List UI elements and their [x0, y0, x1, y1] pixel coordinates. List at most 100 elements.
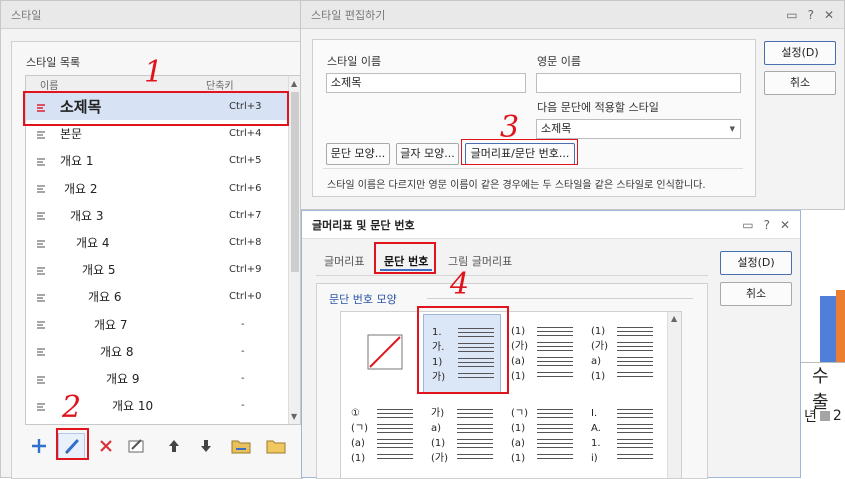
- style-name-input[interactable]: 소제목: [326, 73, 526, 93]
- numbering-label: (a): [351, 438, 365, 449]
- style-row[interactable]: 개요 7 -: [26, 311, 288, 338]
- style-row-name: 개요 4: [76, 236, 110, 250]
- style-row-name: 개요 9: [106, 372, 140, 386]
- preview-line: [617, 458, 653, 459]
- move-down-button[interactable]: [192, 433, 219, 459]
- next-style-select[interactable]: 소제목 ▼: [536, 119, 741, 139]
- style-icon: [36, 129, 46, 139]
- style-row-name: 개요 10: [112, 399, 154, 414]
- preview-line: [537, 365, 573, 366]
- numbering-label: (1): [431, 438, 446, 449]
- numbering-none[interactable]: [343, 314, 421, 394]
- style-row[interactable]: 개요 8 -: [26, 338, 288, 365]
- numbering-option[interactable]: (1) (가) a) (1): [583, 314, 661, 394]
- import-style-button[interactable]: [227, 433, 254, 459]
- style-icon: [36, 374, 46, 384]
- style-row-shortcut: -: [241, 373, 245, 384]
- scroll-up-icon[interactable]: ▲: [671, 314, 677, 323]
- tab-bullet[interactable]: 글머리표: [324, 253, 364, 269]
- edit-ok-button[interactable]: 설정(D): [764, 41, 836, 65]
- help-icon[interactable]: ?: [808, 8, 814, 22]
- preview-line: [457, 454, 493, 455]
- style-row-name: 개요 6: [88, 290, 122, 305]
- style-row[interactable]: 개요 2 Ctrl+6: [26, 175, 288, 202]
- numbering-label: ①: [351, 408, 360, 419]
- style-row[interactable]: 개요 4 Ctrl+8: [26, 229, 288, 256]
- preview-line: [617, 365, 653, 366]
- column-name: 이름: [40, 81, 59, 92]
- numbering-option[interactable]: (ㄱ) (1) (a) (1): [503, 396, 581, 476]
- edit-cancel-button[interactable]: 취소: [764, 71, 836, 95]
- scroll-down-icon[interactable]: ▼: [291, 412, 297, 421]
- style-row-shortcut: -: [241, 400, 245, 412]
- preview-line: [617, 335, 653, 336]
- preview-line: [457, 428, 493, 429]
- numbering-option[interactable]: ① (ㄱ) (a) (1): [343, 396, 421, 476]
- highlight-edit-button: [56, 428, 89, 460]
- down-icon: [200, 440, 211, 452]
- minimize-icon[interactable]: ▭: [786, 8, 797, 22]
- preview-line: [537, 447, 573, 448]
- help-icon[interactable]: ?: [764, 218, 770, 232]
- preview-line: [537, 413, 573, 414]
- highlight-bullet-button: [461, 139, 578, 165]
- style-row[interactable]: 개요 3 Ctrl+7: [26, 202, 288, 229]
- bullet-window-titlebar: 글머리표 및 문단 번호 ▭ ? ✕: [302, 211, 800, 239]
- minimize-icon[interactable]: ▭: [742, 218, 753, 232]
- delete-style-button[interactable]: [92, 433, 119, 459]
- style-name-note: 스타일 이름은 다르지만 영문 이름이 같은 경우에는 두 스타일을 같은 스타…: [327, 180, 706, 191]
- preview-line: [537, 327, 573, 328]
- scroll-thumb[interactable]: [291, 92, 299, 272]
- copy-style-button[interactable]: [123, 433, 150, 459]
- highlight-numbering-tab: [374, 242, 436, 274]
- preview-line: [457, 458, 493, 459]
- preview-line: [457, 439, 493, 440]
- preview-line: [377, 447, 413, 448]
- preview-line: [457, 409, 493, 410]
- preview-line: [617, 361, 653, 362]
- numbering-option[interactable]: 가) a) (1) (가): [423, 396, 501, 476]
- numbering-label: (1): [351, 453, 366, 464]
- style-list[interactable]: 이름 단축키 소제목 Ctrl+3 본문 Ctrl+4 개요 1 Ctrl+5 개요 2 Ct…: [25, 75, 301, 425]
- numbering-option[interactable]: (1) (가) (a) (1): [503, 314, 581, 394]
- preview-line: [377, 458, 413, 459]
- close-icon[interactable]: ✕: [780, 218, 790, 232]
- style-row-name: 본문: [60, 127, 83, 142]
- annotation-3: 3: [500, 110, 520, 145]
- preview-line: [377, 454, 413, 455]
- move-up-button[interactable]: [160, 433, 187, 459]
- style-row-shortcut: Ctrl+8: [229, 237, 262, 248]
- close-icon[interactable]: ✕: [824, 8, 834, 22]
- grid-scrollbar[interactable]: ▲: [667, 312, 681, 478]
- export-style-button[interactable]: [262, 433, 289, 459]
- style-row[interactable]: 개요 5 Ctrl+9: [26, 256, 288, 283]
- style-window-titlebar: 스타일: [1, 1, 301, 29]
- bullet-cancel-button[interactable]: 취소: [720, 282, 792, 306]
- numbering-label: I.: [591, 408, 598, 419]
- add-style-button[interactable]: [25, 433, 52, 459]
- numbering-label: (1): [511, 453, 526, 464]
- paragraph-shape-button[interactable]: 문단 모양...: [326, 143, 390, 165]
- preview-line: [617, 357, 653, 358]
- preview-line: [617, 428, 653, 429]
- style-row-shortcut: Ctrl+5: [229, 155, 262, 167]
- char-shape-button[interactable]: 글자 모양...: [396, 143, 459, 165]
- english-name-input[interactable]: [536, 73, 741, 93]
- bullet-ok-button[interactable]: 설정(D): [720, 251, 792, 275]
- preview-line: [617, 342, 653, 343]
- scroll-up-icon[interactable]: ▲: [291, 79, 297, 88]
- numbering-label: (a): [511, 438, 525, 449]
- numbering-option[interactable]: I. A. 1. i): [583, 396, 661, 476]
- style-row-name: 개요 5: [82, 263, 116, 278]
- style-row[interactable]: 개요 6 Ctrl+0: [26, 283, 288, 310]
- style-row[interactable]: 개요 9 -: [26, 365, 288, 392]
- numbering-grid[interactable]: 1. 가. 1) 가) (1) (가) (a) (1) (1) (가) a) (1) ① (ㄱ) (a) (1…: [340, 311, 682, 479]
- column-shortcut: 단축키: [206, 81, 234, 92]
- preview-line: [537, 346, 573, 347]
- style-row[interactable]: 개요 1 Ctrl+5: [26, 147, 288, 174]
- preview-line: [617, 350, 653, 351]
- preview-line: [617, 447, 653, 448]
- numbering-label: (ㄱ): [511, 408, 529, 419]
- style-row-shortcut: Ctrl+0: [229, 291, 262, 303]
- preview-line: [377, 439, 413, 440]
